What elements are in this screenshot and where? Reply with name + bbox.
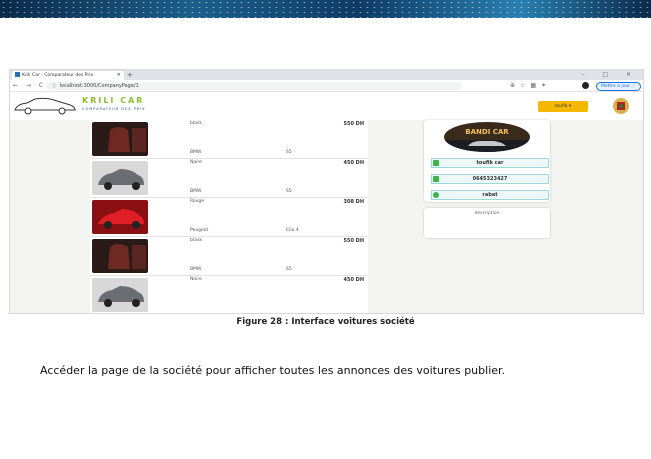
- car-brand: Peugeot: [190, 228, 209, 233]
- favicon-icon: [15, 72, 20, 77]
- company-name: toufik car: [476, 160, 504, 166]
- profile-avatar[interactable]: [582, 82, 589, 89]
- update-button[interactable]: Mettre à jour ⋮: [596, 81, 641, 91]
- company-description: description: [474, 211, 500, 216]
- url-field[interactable]: ⓘ localhost:3000/CompanyPage/1: [46, 81, 462, 90]
- company-logo-text: BANDI CAR: [465, 128, 509, 136]
- company-phone-row: 0645323427: [431, 174, 549, 184]
- company-phone: 0645323427: [472, 176, 508, 182]
- company-description-card: description: [424, 208, 550, 238]
- brand-name[interactable]: KRILI CAR: [82, 96, 144, 105]
- car-color: Rouge: [190, 199, 205, 204]
- car-color: Noire: [190, 277, 202, 282]
- listing-card[interactable]: black 550 DH BMW S5: [90, 120, 368, 159]
- new-tab-button[interactable]: +: [127, 70, 133, 80]
- car-brand: BMW: [190, 189, 202, 194]
- info-icon: ⓘ: [52, 83, 57, 89]
- car-price: 550 DH: [343, 238, 364, 244]
- car-listings: black 550 DH BMW S5 Noire 450 DH BMW S5 …: [90, 120, 368, 313]
- emblem-icon: [613, 98, 629, 114]
- tab-close-icon[interactable]: ×: [117, 71, 121, 80]
- body-paragraph: Accéder la page de la société pour affic…: [40, 364, 506, 377]
- car-color: Noire: [190, 160, 202, 165]
- car-color: black: [190, 238, 202, 243]
- car-price: 308 DH: [343, 199, 364, 205]
- listing-card[interactable]: Noire 450 DH BMW S5: [90, 159, 368, 198]
- nav-buttons[interactable]: ← → C: [13, 80, 46, 91]
- url-text: localhost:3000/CompanyPage/1: [59, 82, 139, 89]
- car-price: 450 DH: [343, 277, 364, 283]
- company-card: BANDI CAR toufik car 0645323427 rabat: [424, 120, 550, 202]
- car-photo: [92, 200, 148, 234]
- user-menu-button[interactable]: toufik ▾: [538, 101, 588, 112]
- site-header: KRILI CAR COMPARATEUR DES PRIX toufik ▾: [10, 92, 643, 121]
- car-brand: BMW: [190, 267, 202, 272]
- window-controls[interactable]: – □ ✕: [581, 70, 639, 80]
- figure-caption: Figure 28 : Interface voitures société: [236, 317, 415, 327]
- car-color: black: [190, 121, 202, 126]
- car-price: 450 DH: [343, 160, 364, 166]
- car-photo: [92, 239, 148, 273]
- listing-card[interactable]: Noire 450 DH: [90, 276, 368, 313]
- car-photo: [92, 122, 148, 156]
- browser-tab-bar: Krili Car - Comparateur des Prix × + – □…: [10, 70, 643, 80]
- brand-tagline: COMPARATEUR DES PRIX: [82, 107, 146, 111]
- tab-title: Krili Car - Comparateur des Prix: [22, 73, 94, 78]
- extension-icons[interactable]: ⊕☆▦✶: [510, 80, 551, 91]
- listing-card[interactable]: black 550 DH BMW S5: [90, 237, 368, 276]
- address-bar: ← → C ⓘ localhost:3000/CompanyPage/1 ⊕☆▦✶…: [10, 80, 643, 92]
- car-price: 550 DH: [343, 121, 364, 127]
- browser-tab[interactable]: Krili Car - Comparateur des Prix ×: [12, 71, 124, 80]
- car-photo: [92, 278, 148, 312]
- car-model: Clio 4: [286, 228, 299, 233]
- car-model: S5: [286, 189, 292, 194]
- banner-pattern: [0, 0, 651, 18]
- listing-card[interactable]: Rouge 308 DH Peugeot Clio 4: [90, 198, 368, 237]
- car-model: S5: [286, 267, 292, 272]
- car-logo-icon[interactable]: [13, 96, 77, 116]
- company-name-row: toufik car: [431, 158, 549, 168]
- car-model: S5: [286, 150, 292, 155]
- company-city: rabat: [482, 192, 498, 198]
- company-city-row: rabat: [431, 190, 549, 200]
- page-content: black 550 DH BMW S5 Noire 450 DH BMW S5 …: [10, 120, 643, 313]
- car-photo: [92, 161, 148, 195]
- decorative-banner: [0, 0, 651, 18]
- car-brand: BMW: [190, 150, 202, 155]
- company-logo: BANDI CAR: [444, 122, 530, 152]
- screenshot-figure: Krili Car - Comparateur des Prix × + – □…: [9, 69, 644, 314]
